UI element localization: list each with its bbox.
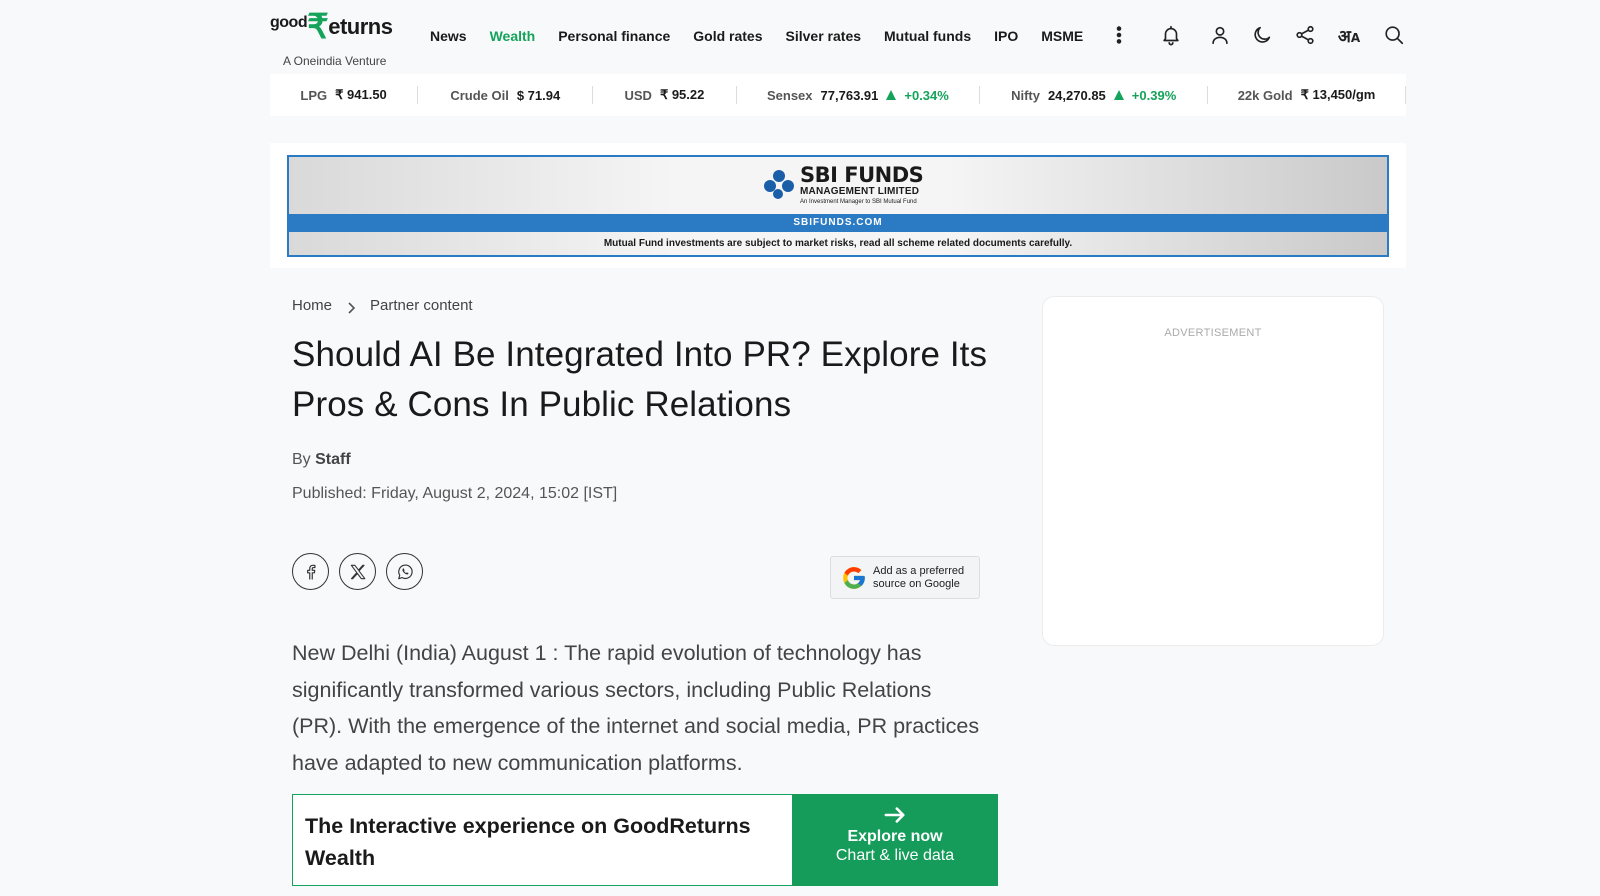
preferred-source-line2: source on Google (873, 577, 960, 590)
nav-item-news[interactable]: News (430, 28, 467, 44)
language-icon-main: अ (1337, 26, 1351, 47)
logo-rupee-glyph: ₹ (307, 8, 329, 46)
language-icon[interactable]: अA (1336, 22, 1362, 48)
ticker-label: Crude Oil (450, 87, 509, 103)
ticker-item-22k-gold[interactable]: 22k Gold ₹ 13,450/gm (1208, 85, 1405, 105)
ticker-value: $ 71.94 (516, 87, 561, 103)
ticker-item-lpg[interactable]: LPG ₹ 941.50 (270, 85, 417, 105)
advertisement-label: ADVERTISEMENT (1164, 327, 1262, 339)
ticker-change: +0.39% (1131, 87, 1177, 103)
ad-subtitle-small: An Investment Manager to SBI Mutual Fund (800, 199, 917, 205)
ad-url-strip: SBIFUNDS.COM (289, 214, 1387, 232)
sbi-funds-logo: SBI FUNDS MANAGEMENT LIMITED An Investme… (764, 163, 924, 205)
goodreturns-logo[interactable]: good₹eturns A Oneindia Venture (270, 10, 410, 70)
ticker-label: Nifty (1011, 87, 1040, 103)
ticker-label: USD (624, 87, 652, 103)
main-nav: News Wealth Personal finance Gold rates Silv… (430, 28, 1106, 44)
facebook-icon (306, 564, 315, 579)
nav-item-ipo[interactable]: IPO (994, 28, 1018, 44)
article-body-paragraph: New Delhi (India) August 1 : The rapid e… (292, 641, 980, 775)
byline-label: By (292, 451, 311, 468)
preferred-source-line1: Add as a preferred (873, 564, 965, 577)
ticker-value: ₹ 13,450/gm (1300, 87, 1376, 102)
nav-item-msme[interactable]: MSME (1041, 28, 1083, 44)
ticker-item-sensex[interactable]: Sensex 77,763.91 +0.34% (737, 85, 980, 105)
x-share-button[interactable] (339, 553, 376, 590)
ticker-item-nifty[interactable]: Nifty 24,270.85 +0.39% (980, 85, 1207, 105)
breadcrumb-home[interactable]: Home (292, 297, 332, 314)
nav-item-wealth[interactable]: Wealth (490, 28, 536, 44)
ticker-change: +0.34% (904, 87, 949, 103)
ticker-label: 22k Gold (1237, 87, 1293, 103)
cta-text: The Interactive experience on GoodReturn… (305, 814, 751, 870)
sidebar-advertisement[interactable]: ADVERTISEMENT (1042, 296, 1384, 646)
ticker-item-usd[interactable]: USD ₹ 95.22 (593, 85, 735, 105)
site-header: good₹eturns A Oneindia Venture News Wealt… (270, 10, 1407, 70)
whatsapp-icon (397, 564, 413, 579)
ad-subtitle: MANAGEMENT LIMITED (800, 186, 920, 197)
logo-good-text: good (270, 14, 308, 31)
nav-item-silver-rates[interactable]: Silver rates (786, 28, 862, 44)
ad-disclaimer: Mutual Fund investments are subject to m… (603, 238, 1073, 249)
published-date: Published: Friday, August 2, 2024, 15:02… (292, 485, 618, 502)
bell-icon[interactable] (1158, 22, 1184, 48)
explore-now-button[interactable]: Explore now Chart & live data (792, 794, 998, 886)
google-preferred-source-button[interactable]: Add as a preferred source on Google (830, 556, 980, 599)
article-byline: By Staff (292, 451, 351, 469)
google-g-icon (843, 566, 865, 589)
market-ticker: LPG ₹ 941.50 Crude Oil $ 71.94 USD ₹ 95.22 Sen… (270, 74, 1407, 116)
share-icon[interactable] (1292, 22, 1318, 48)
explore-now-sublabel: Chart & live data (835, 847, 955, 864)
author-link[interactable]: Staff (315, 451, 351, 468)
nav-item-mutual-funds[interactable]: Mutual funds (884, 28, 971, 44)
sbi-clover-icon (764, 170, 794, 200)
top-ad-container: SBI FUNDS MANAGEMENT LIMITED An Investme… (270, 143, 1406, 268)
up-arrow-icon (1113, 90, 1124, 100)
ticker-label: LPG (300, 87, 328, 103)
breadcrumb: Home Partner content (292, 297, 473, 314)
sbi-funds-ad-banner[interactable]: SBI FUNDS MANAGEMENT LIMITED An Investme… (287, 155, 1389, 257)
logo-eturns-text: eturns (328, 14, 393, 39)
ticker-value: ₹ 941.50 (335, 87, 387, 102)
social-share-bar (292, 553, 423, 590)
moon-icon[interactable] (1249, 22, 1275, 48)
ad-title: SBI FUNDS (800, 163, 924, 187)
ticker-divider (1405, 86, 1407, 104)
interactive-experience-cta: The Interactive experience on GoodReturn… (292, 794, 998, 886)
nav-item-gold-rates[interactable]: Gold rates (693, 28, 762, 44)
logo-wordmark: good₹eturns (270, 10, 393, 44)
ticker-value: ₹ 95.22 (659, 87, 705, 102)
arrow-right-icon (792, 806, 998, 826)
search-icon[interactable] (1381, 22, 1407, 48)
nav-item-personal-finance[interactable]: Personal finance (558, 28, 670, 44)
logo-tagline: A Oneindia Venture (283, 54, 387, 68)
breadcrumb-section[interactable]: Partner content (370, 297, 473, 314)
ticker-value: 77,763.91 (820, 87, 879, 103)
article-title: Should AI Be Integrated Into PR? Explore… (292, 335, 988, 424)
whatsapp-share-button[interactable] (386, 553, 423, 590)
user-icon[interactable] (1207, 22, 1233, 48)
ticker-item-crude-oil[interactable]: Crude Oil $ 71.94 (418, 85, 592, 105)
more-vertical-icon[interactable] (1106, 22, 1132, 48)
up-arrow-icon (886, 90, 897, 100)
explore-now-label: Explore now (847, 828, 943, 845)
ticker-value: 24,270.85 (1047, 87, 1106, 103)
x-icon (350, 564, 365, 579)
facebook-share-button[interactable] (292, 553, 329, 590)
language-icon-sub: A (1350, 30, 1361, 45)
chevron-right-icon (346, 301, 356, 314)
ticker-label: Sensex (766, 87, 813, 103)
